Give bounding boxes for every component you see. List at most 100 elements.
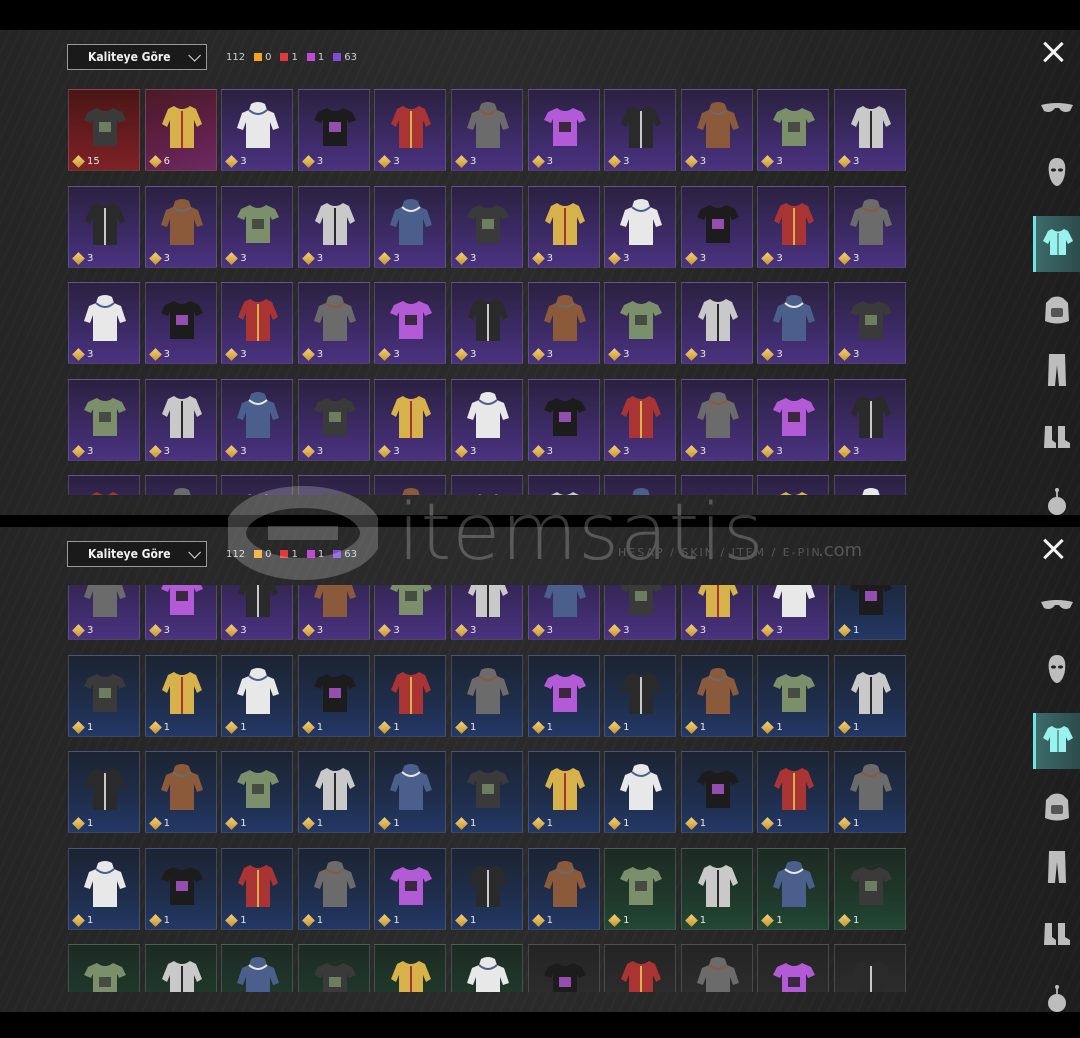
item-slot[interactable]: 1 <box>604 847 677 930</box>
item-slot[interactable]: 3 <box>297 378 370 461</box>
item-slot[interactable]: 1 <box>144 847 217 930</box>
item-slot[interactable]: 3 <box>757 89 830 171</box>
item-slot[interactable]: 1 <box>450 751 523 833</box>
item-slot[interactable]: 3 <box>833 185 906 268</box>
item-slot[interactable]: 3 <box>450 185 523 268</box>
item-slot[interactable]: 3 <box>144 585 217 640</box>
item-slot[interactable]: 3 <box>757 378 830 461</box>
item-slot[interactable]: 3 <box>527 378 600 461</box>
item-slot[interactable]: 1 <box>833 654 906 737</box>
item-slot[interactable]: 3 <box>144 185 217 268</box>
category-tab-shirt[interactable] <box>1033 713 1080 769</box>
item-slot[interactable]: 3 <box>527 585 600 640</box>
item-slot[interactable]: 1 <box>527 847 600 930</box>
item-slot[interactable]: 1 <box>527 751 600 833</box>
item-slot[interactable]: 3 <box>604 89 677 171</box>
item-slot[interactable]: 3 <box>527 185 600 268</box>
item-slot[interactable]: 3 <box>680 282 753 364</box>
item-slot[interactable]: 1 <box>221 751 294 833</box>
item-slot[interactable]: 3 <box>604 585 677 640</box>
item-slot[interactable]: 3 <box>144 378 217 461</box>
item-slot[interactable]: 1 <box>68 751 140 833</box>
item-slot[interactable]: 3 <box>68 185 140 268</box>
item-slot[interactable]: 3 <box>604 378 677 461</box>
item-slot[interactable] <box>144 475 217 495</box>
category-tab-backpack[interactable] <box>1033 284 1080 340</box>
category-tab-emblem[interactable] <box>1033 476 1080 532</box>
item-slot[interactable]: 3 <box>221 378 294 461</box>
item-slot[interactable]: 1 <box>68 847 140 930</box>
item-slot[interactable]: 1 <box>833 751 906 833</box>
category-tab-emblem[interactable] <box>1033 973 1080 1029</box>
item-slot[interactable] <box>757 475 830 495</box>
item-slot[interactable]: 1 <box>297 751 370 833</box>
item-slot[interactable]: 3 <box>757 282 830 364</box>
item-slot[interactable]: 1 <box>374 944 447 992</box>
item-slot[interactable]: 3 <box>680 185 753 268</box>
item-slot[interactable] <box>450 475 523 495</box>
item-slot[interactable]: 3 <box>833 89 906 171</box>
category-tab-pants[interactable] <box>1033 344 1080 400</box>
close-icon[interactable] <box>1041 537 1065 561</box>
item-slot[interactable]: 1 <box>527 654 600 737</box>
category-tab-mask[interactable] <box>1033 146 1080 202</box>
item-slot[interactable]: 3 <box>221 89 294 171</box>
item-slot[interactable]: 3 <box>374 89 447 171</box>
item-slot[interactable]: 3 <box>680 89 753 171</box>
item-slot[interactable]: 1 <box>297 847 370 930</box>
item-slot[interactable] <box>604 475 677 495</box>
item-slot[interactable]: 1 <box>757 944 830 992</box>
close-icon[interactable] <box>1041 40 1065 64</box>
item-slot[interactable]: 1 <box>527 944 600 992</box>
item-slot[interactable]: 1 <box>680 751 753 833</box>
item-slot[interactable]: 3 <box>144 282 217 364</box>
item-slot[interactable]: 1 <box>833 944 906 992</box>
item-slot[interactable]: 3 <box>221 585 294 640</box>
item-slot[interactable]: 3 <box>450 282 523 364</box>
item-slot[interactable]: 1 <box>450 654 523 737</box>
category-tab-mask[interactable] <box>1033 643 1080 699</box>
item-slot[interactable]: 3 <box>604 185 677 268</box>
item-slot[interactable]: 3 <box>374 585 447 640</box>
item-slot[interactable] <box>374 475 447 495</box>
item-slot[interactable]: 1 <box>604 751 677 833</box>
item-slot[interactable] <box>833 475 906 495</box>
item-slot[interactable]: 15 <box>68 89 140 171</box>
item-slot[interactable]: 1 <box>680 944 753 992</box>
sort-dropdown[interactable]: Kaliteye Göre <box>67 541 207 567</box>
category-tab-glasses[interactable] <box>1033 578 1080 634</box>
item-slot[interactable] <box>221 475 294 495</box>
item-slot[interactable] <box>297 475 370 495</box>
item-slot[interactable]: 1 <box>680 847 753 930</box>
item-slot[interactable]: 1 <box>757 654 830 737</box>
item-slot[interactable]: 3 <box>527 282 600 364</box>
item-slot[interactable]: 1 <box>297 944 370 992</box>
item-slot[interactable]: 1 <box>144 654 217 737</box>
item-slot[interactable]: 1 <box>221 944 294 992</box>
category-tab-shoes[interactable] <box>1033 411 1080 467</box>
item-slot[interactable]: 3 <box>450 378 523 461</box>
item-slot[interactable]: 3 <box>221 282 294 364</box>
category-tab-glasses[interactable] <box>1033 81 1080 137</box>
item-slot[interactable]: 1 <box>833 585 906 640</box>
item-slot[interactable]: 3 <box>374 282 447 364</box>
category-tab-backpack[interactable] <box>1033 781 1080 837</box>
item-slot[interactable]: 3 <box>221 185 294 268</box>
item-slot[interactable]: 1 <box>221 847 294 930</box>
item-slot[interactable]: 3 <box>297 585 370 640</box>
item-slot[interactable]: 3 <box>450 89 523 171</box>
item-slot[interactable]: 1 <box>450 944 523 992</box>
item-slot[interactable]: 1 <box>374 654 447 737</box>
item-slot[interactable] <box>527 475 600 495</box>
item-slot[interactable]: 1 <box>144 944 217 992</box>
item-slot[interactable]: 3 <box>757 585 830 640</box>
sort-dropdown[interactable]: Kaliteye Göre <box>67 44 207 70</box>
item-slot[interactable]: 1 <box>221 654 294 737</box>
item-slot[interactable]: 1 <box>450 847 523 930</box>
item-slot[interactable]: 1 <box>297 654 370 737</box>
item-slot[interactable] <box>680 475 753 495</box>
category-tab-shirt[interactable] <box>1033 216 1080 272</box>
item-slot[interactable]: 3 <box>450 585 523 640</box>
item-slot[interactable]: 3 <box>680 378 753 461</box>
item-slot[interactable] <box>68 475 140 495</box>
